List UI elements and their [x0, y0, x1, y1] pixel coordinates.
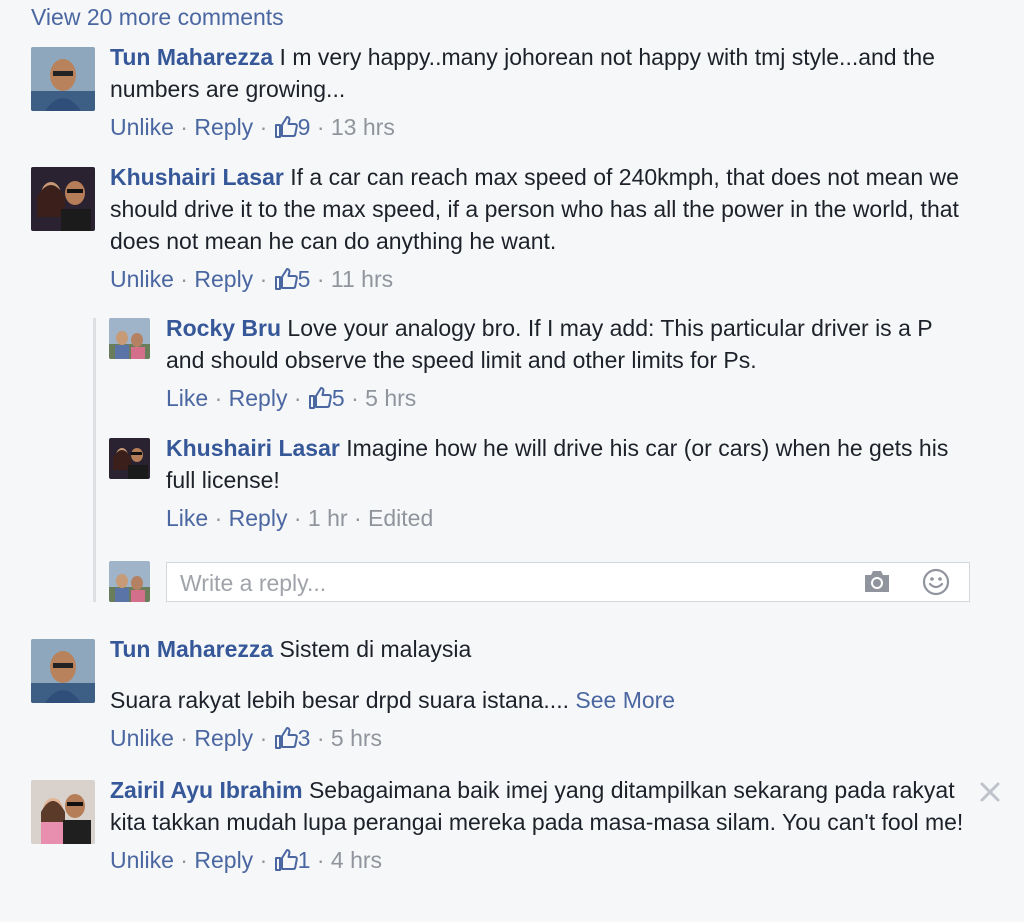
thumbs-up-icon	[274, 268, 298, 290]
reply: Rocky Bru Love your analogy bro. If I ma…	[109, 315, 969, 428]
see-more-link[interactable]: See More	[575, 687, 675, 713]
comment-message-line-2: Suara rakyat lebih besar drpd suara ista…	[110, 687, 569, 713]
like-count-value: 1	[297, 847, 311, 873]
comment-author[interactable]: Khushairi Lasar	[166, 435, 340, 461]
like-count[interactable]: 9	[274, 114, 311, 140]
timestamp[interactable]: 4 hrs	[331, 847, 382, 873]
like-count-value: 5	[331, 385, 345, 411]
unlike-button[interactable]: Unlike	[110, 266, 174, 292]
reply-button[interactable]: Reply	[194, 847, 253, 873]
reply-button[interactable]: Reply	[194, 114, 253, 140]
thumbs-up-icon	[308, 387, 332, 409]
unlike-button[interactable]: Unlike	[110, 725, 174, 751]
reply-button[interactable]: Reply	[194, 266, 253, 292]
comment-author[interactable]: Tun Maharezza	[110, 636, 273, 662]
camera-icon[interactable]	[862, 569, 892, 595]
reply-button[interactable]: Reply	[229, 385, 288, 411]
like-count-value: 5	[297, 266, 311, 292]
comment-author[interactable]: Rocky Bru	[166, 315, 281, 341]
close-icon[interactable]	[978, 780, 1002, 804]
comment-author[interactable]: Khushairi Lasar	[110, 164, 284, 190]
like-count[interactable]: 1	[274, 847, 311, 873]
avatar[interactable]	[31, 47, 95, 111]
avatar[interactable]	[31, 167, 95, 231]
timestamp[interactable]: 13 hrs	[331, 114, 395, 140]
reply: Khushairi Lasar Imagine how he will driv…	[109, 435, 969, 548]
timestamp[interactable]: 11 hrs	[331, 266, 393, 292]
thumbs-up-icon	[274, 116, 298, 138]
comment-author[interactable]: Tun Maharezza	[110, 44, 273, 70]
thumbs-up-icon	[274, 727, 298, 749]
comment-text: Khushairi Lasar If a car can reach max s…	[110, 161, 981, 257]
edited-label[interactable]: Edited	[368, 505, 433, 531]
like-count-value: 9	[297, 114, 311, 140]
comment: Tun Maharezza I m very happy..many johor…	[31, 44, 981, 157]
reply-input[interactable]	[178, 567, 842, 599]
comment-actions: Unlike · Reply · 1 · 4 hrs	[110, 847, 383, 873]
reply-button[interactable]: Reply	[194, 725, 253, 751]
reply-thread: Rocky Bru Love your analogy bro. If I ma…	[93, 315, 976, 602]
comment-actions: Unlike · Reply · 3 · 5 hrs	[110, 725, 383, 751]
smiley-icon[interactable]	[922, 568, 950, 596]
comment-text: Zairil Ayu Ibrahim Sebagaimana baik imej…	[110, 774, 981, 838]
timestamp[interactable]: 1 hr	[308, 505, 348, 531]
comment: Tun Maharezza Sistem di malaysia Suara r…	[31, 636, 981, 769]
comment-text: Tun Maharezza I m very happy..many johor…	[110, 41, 981, 105]
avatar[interactable]	[109, 438, 150, 479]
avatar[interactable]	[109, 318, 150, 359]
comment-text-continued: Suara rakyat lebih besar drpd suara ista…	[110, 684, 981, 716]
reply-button[interactable]: Reply	[229, 505, 288, 531]
comment: Khushairi Lasar If a car can reach max s…	[31, 164, 981, 307]
current-user-avatar	[109, 561, 150, 602]
comment-actions: Unlike · Reply · 5 · 11 hrs	[110, 266, 394, 292]
comment-text: Tun Maharezza Sistem di malaysia	[110, 633, 981, 665]
avatar[interactable]	[31, 780, 95, 844]
like-count[interactable]: 3	[274, 725, 311, 751]
comment: Zairil Ayu Ibrahim Sebagaimana baik imej…	[31, 777, 981, 920]
comment-actions: Like · Reply · 5 · 5 hrs	[166, 385, 417, 411]
timestamp[interactable]: 5 hrs	[365, 385, 416, 411]
reply-composer[interactable]	[166, 562, 970, 602]
comment-text: Khushairi Lasar Imagine how he will driv…	[166, 432, 969, 496]
like-button[interactable]: Like	[166, 385, 208, 411]
comment-actions: Unlike · Reply · 9 · 13 hrs	[110, 114, 395, 140]
like-button[interactable]: Like	[166, 505, 208, 531]
comment-message: Sistem di malaysia	[273, 636, 472, 662]
comment-author[interactable]: Zairil Ayu Ibrahim	[110, 777, 303, 803]
view-more-comments-link[interactable]: View 20 more comments	[31, 4, 284, 31]
like-count[interactable]: 5	[274, 266, 311, 292]
avatar[interactable]	[31, 639, 95, 703]
thumbs-up-icon	[274, 849, 298, 871]
unlike-button[interactable]: Unlike	[110, 847, 174, 873]
like-count[interactable]: 5	[308, 385, 345, 411]
comment-actions: Like · Reply · 1 hr · Edited	[166, 505, 434, 531]
comment-text: Rocky Bru Love your analogy bro. If I ma…	[166, 312, 969, 376]
like-count-value: 3	[297, 725, 311, 751]
timestamp[interactable]: 5 hrs	[331, 725, 382, 751]
unlike-button[interactable]: Unlike	[110, 114, 174, 140]
comment-message: Love your analogy bro. If I may add: Thi…	[166, 315, 933, 373]
